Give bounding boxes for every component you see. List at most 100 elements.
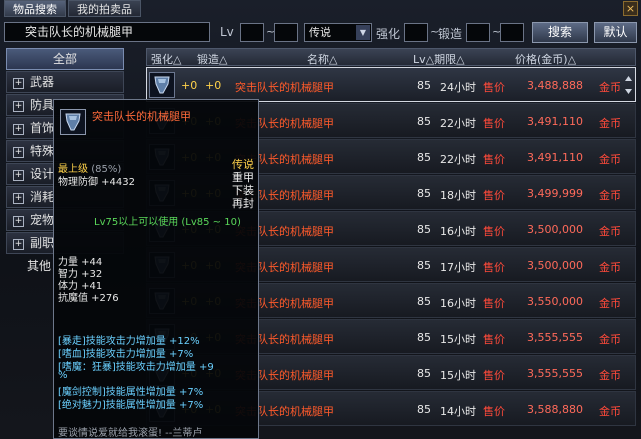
expand-icon: + <box>13 216 24 227</box>
row-currency: 金币 <box>599 369 621 382</box>
row-forge: +0 <box>205 79 222 92</box>
tab-my-auctions[interactable]: 我的拍卖品 <box>68 0 141 17</box>
search-bar: 突击队长的机械腿甲 Lv ~ 传说 ▼ 强化 ~ 锻造 ~ 搜索 默认 <box>4 22 637 44</box>
lv-min-input[interactable] <box>240 23 264 42</box>
row-price: 3,491,110 <box>527 151 583 164</box>
row-time: 16小时 <box>440 225 476 238</box>
expand-icon: + <box>13 170 24 181</box>
row-price-type: 售价 <box>483 81 505 94</box>
column-name[interactable]: 名称△ <box>307 51 337 67</box>
row-currency: 金币 <box>599 297 621 310</box>
expand-icon: + <box>13 193 24 204</box>
row-time: 24小时 <box>440 81 476 94</box>
row-lv: 85 <box>417 151 431 164</box>
tooltip-rarity: 传说 <box>232 158 254 171</box>
row-currency: 金币 <box>599 189 621 202</box>
row-lv: 85 <box>417 367 431 380</box>
row-lv: 85 <box>417 79 431 92</box>
category-label: 副职 <box>30 236 55 250</box>
row-lv: 85 <box>417 115 431 128</box>
default-button[interactable]: 默认 <box>594 22 637 43</box>
row-currency: 金币 <box>599 333 621 346</box>
row-price: 3,588,880 <box>527 403 583 416</box>
category-label: 特殊 <box>30 144 55 158</box>
row-name: 突击队长的机械腿甲 <box>235 81 334 94</box>
tooltip-skill: % <box>58 370 68 381</box>
category-weapon[interactable]: + 武器 <box>6 71 124 93</box>
column-enhance[interactable]: 强化△ <box>151 51 181 67</box>
row-lv: 85 <box>417 295 431 308</box>
forge-label: 锻造 <box>438 27 463 41</box>
row-time: 22小时 <box>440 117 476 130</box>
chevron-down-icon: ▼ <box>356 25 370 40</box>
search-button[interactable]: 搜索 <box>532 22 588 43</box>
item-icon <box>149 72 175 98</box>
category-label: 首饰 <box>30 121 55 135</box>
expand-icon: + <box>13 101 24 112</box>
row-price: 3,555,555 <box>527 331 583 344</box>
row-price-type: 售价 <box>483 153 505 166</box>
category-label: 武器 <box>30 75 55 89</box>
row-price: 3,499,999 <box>527 187 583 200</box>
tab-item-search[interactable]: 物品搜索 <box>4 0 66 17</box>
category-label: 防具 <box>30 98 55 112</box>
row-price: 3,488,888 <box>527 79 583 92</box>
row-lv: 85 <box>417 403 431 416</box>
tab-bar: 物品搜索 我的拍卖品 <box>4 0 141 18</box>
row-price-type: 售价 <box>483 261 505 274</box>
row-time: 18小时 <box>440 189 476 202</box>
row-lv: 85 <box>417 259 431 272</box>
column-price[interactable]: 价格(金币)△ <box>515 51 576 67</box>
row-currency: 金币 <box>599 261 621 274</box>
tooltip-side-info: 传说 重甲 下装 再封 <box>232 158 262 210</box>
expand-icon: + <box>13 78 24 89</box>
row-currency: 金币 <box>599 81 621 94</box>
row-currency: 金币 <box>599 117 621 130</box>
expand-icon: + <box>13 239 24 250</box>
row-price: 3,500,000 <box>527 259 583 272</box>
table-row[interactable]: +0 +0 突击队长的机械腿甲 85 24小时 售价 3,488,888 金币 <box>146 67 636 102</box>
tooltip-armor-type: 重甲 <box>232 171 254 184</box>
tooltip-defense: 物理防御 +4432 <box>58 177 136 188</box>
category-label: 宠物 <box>30 213 55 227</box>
enhance-label: 强化 <box>376 27 401 41</box>
row-price-type: 售价 <box>483 369 505 382</box>
lv-max-input[interactable] <box>274 23 298 42</box>
tooltip-flavor: 要谈情说爱就给我滚蛋! --兰蒂卢 <box>58 428 203 439</box>
row-currency: 金币 <box>599 153 621 166</box>
rarity-select[interactable]: 传说 ▼ <box>304 23 372 42</box>
column-forge[interactable]: 锻造△ <box>197 51 227 67</box>
row-time: 15小时 <box>440 369 476 382</box>
row-price-type: 售价 <box>483 405 505 418</box>
row-time: 14小时 <box>440 405 476 418</box>
rarity-value: 传说 <box>309 26 331 39</box>
row-price-type: 售价 <box>483 297 505 310</box>
expand-icon: + <box>13 147 24 158</box>
search-input[interactable]: 突击队长的机械腿甲 <box>4 22 210 42</box>
row-lv: 85 <box>417 331 431 344</box>
tooltip-slot: 下装 <box>232 184 254 197</box>
close-button[interactable]: × <box>623 1 638 16</box>
row-time: 15小时 <box>440 333 476 346</box>
row-currency: 金币 <box>599 405 621 418</box>
row-price: 3,555,555 <box>527 367 583 380</box>
tooltip-level-req: Lv75以上可以使用 (Lv85 ~ 10) <box>94 217 241 228</box>
scroll-arrows-icon[interactable] <box>625 76 632 94</box>
row-lv: 85 <box>417 187 431 200</box>
row-lv: 85 <box>417 223 431 236</box>
enhance-min-input[interactable] <box>404 23 428 42</box>
column-lv-period[interactable]: Lv△期限△ <box>413 51 465 67</box>
item-tooltip: 突击队长的机械腿甲 传说 重甲 下装 再封 最上级 (85%) 物理防御 +44… <box>53 99 259 439</box>
tooltip-title: 突击队长的机械腿甲 <box>92 110 191 123</box>
row-price-type: 售价 <box>483 117 505 130</box>
category-all[interactable]: 全部 <box>6 48 124 70</box>
lv-label: Lv <box>220 25 234 39</box>
forge-max-input[interactable] <box>500 23 524 42</box>
row-price-type: 售价 <box>483 225 505 238</box>
row-price: 3,491,110 <box>527 115 583 128</box>
forge-min-input[interactable] <box>466 23 490 42</box>
tooltip-skill: [嗜魔：狂暴]技能攻击力增加量 +9 <box>58 362 214 373</box>
tooltip-item-icon <box>60 109 86 135</box>
row-price: 3,500,000 <box>527 223 583 236</box>
row-time: 16小时 <box>440 297 476 310</box>
